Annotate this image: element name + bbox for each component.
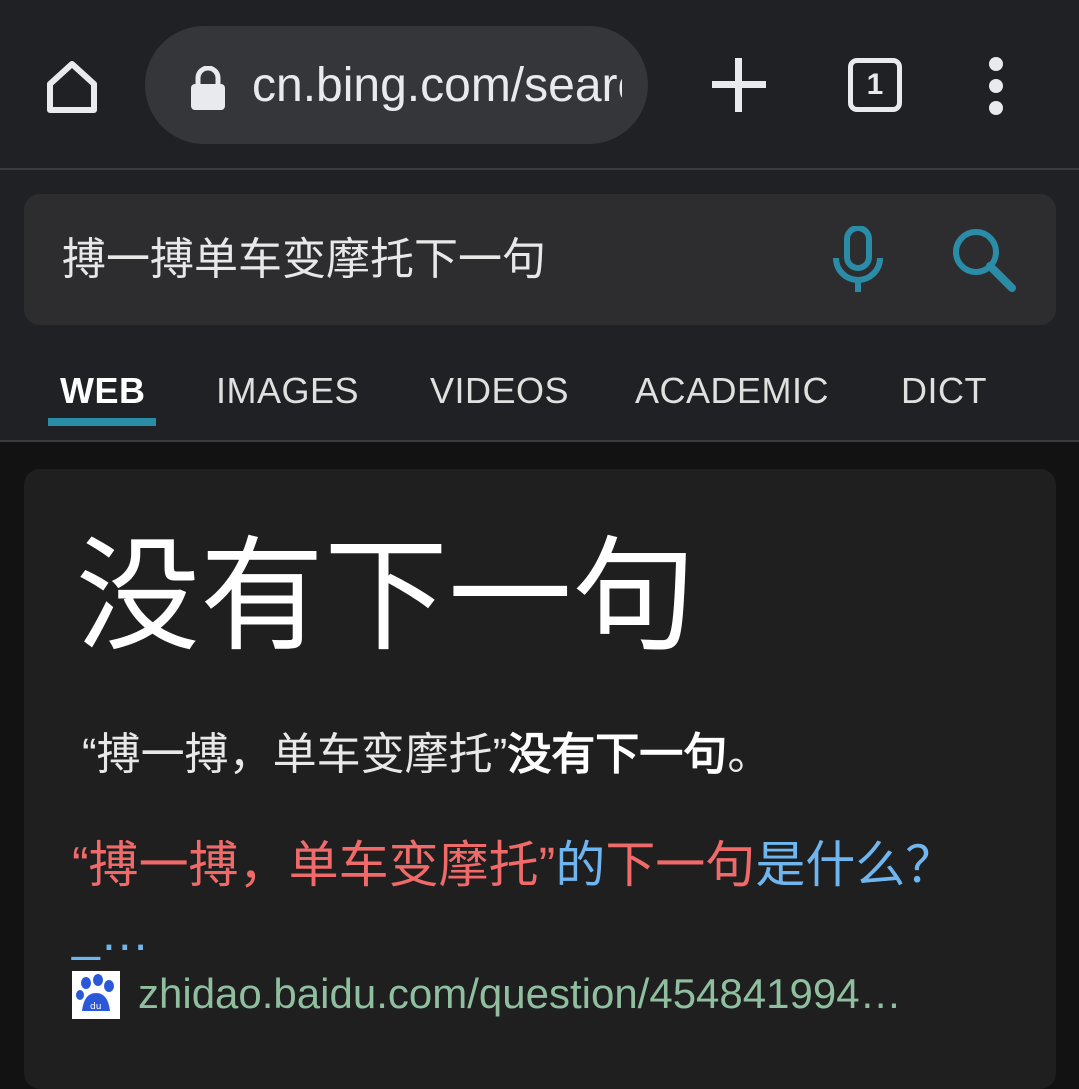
answer-text: “搏一搏，单车变摩托”没有下一句。 [82, 727, 771, 783]
address-bar[interactable]: cn.bing.com/search [145, 26, 648, 144]
result-link-text-1: 的 [555, 837, 606, 893]
baidu-paw-icon: du [72, 971, 120, 1019]
search-header: 搏一搏单车变摩托下一句 WEB IMAGES VIDEOS ACADEMIC D… [0, 170, 1079, 442]
home-icon [47, 61, 97, 113]
answer-text-prefix: “搏一搏，单车变摩托” [82, 730, 508, 779]
answer-text-suffix: 。 [727, 730, 772, 779]
url-text: cn.bing.com/search [252, 59, 622, 112]
plus-icon [712, 58, 766, 112]
result-link-highlight-1: “搏一搏，单车变摩托” [72, 837, 556, 893]
result-link-highlight-2: 下一句 [605, 837, 756, 893]
answer-card: 没有下一句 “搏一搏，单车变摩托”没有下一句。 “搏一搏，单车变摩托”的下一句是… [24, 469, 1056, 1089]
svg-text:du: du [90, 1002, 101, 1012]
search-tabs: WEB IMAGES VIDEOS ACADEMIC DICT [0, 355, 1079, 442]
tab-web[interactable]: WEB [60, 371, 146, 411]
tab-videos[interactable]: VIDEOS [430, 371, 569, 411]
lock-icon [191, 66, 225, 110]
search-icon[interactable] [950, 226, 1018, 294]
more-vert-icon[interactable] [972, 55, 1020, 117]
search-query[interactable]: 搏一搏单车变摩托下一句 [62, 234, 546, 286]
search-box[interactable]: 搏一搏单车变摩托下一句 [24, 194, 1056, 325]
new-tab-button[interactable] [708, 54, 770, 116]
active-tab-indicator [48, 418, 156, 426]
browser-toolbar: cn.bing.com/search 1 [0, 0, 1079, 170]
answer-text-bold: 没有下一句 [507, 730, 728, 779]
home-button[interactable] [38, 52, 106, 120]
tab-dict[interactable]: DICT [901, 371, 987, 411]
answer-title: 没有下一句 [76, 528, 697, 666]
source-url: zhidao.baidu.com/question/454841994… [138, 970, 902, 1017]
tab-academic[interactable]: ACADEMIC [635, 371, 829, 411]
result-link[interactable]: “搏一搏，单车变摩托”的下一句是什么？_… [72, 831, 1002, 967]
tab-switcher-button[interactable]: 1 [848, 58, 902, 112]
tab-images[interactable]: IMAGES [216, 371, 359, 411]
tab-count: 1 [866, 68, 884, 101]
microphone-icon[interactable] [830, 226, 886, 294]
